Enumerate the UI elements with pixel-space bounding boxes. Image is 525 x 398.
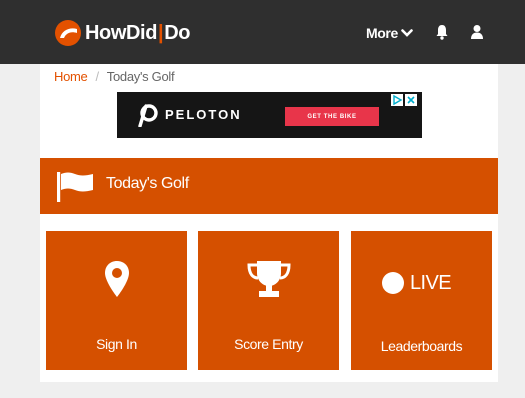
sign-in-tile[interactable]: Sign In <box>46 231 187 370</box>
ad-brand-name: PELOTON <box>165 107 242 122</box>
brand-name: HowDid|Do <box>85 21 191 44</box>
score-entry-label: Score Entry <box>234 336 303 352</box>
score-entry-tile[interactable]: Score Entry <box>198 231 339 370</box>
live-badge: LIVE <box>410 271 452 294</box>
sign-in-label: Sign In <box>96 336 137 352</box>
chevron-down-icon <box>401 29 413 37</box>
map-pin-icon <box>105 261 129 297</box>
top-navbar: HowDid|Do More <box>0 0 525 64</box>
section-title: Today's Golf <box>106 175 189 192</box>
trophy-icon <box>247 261 291 297</box>
breadcrumb: Home / Today's Golf <box>54 67 175 85</box>
more-menu-button[interactable]: More <box>366 24 413 42</box>
advertisement-banner[interactable]: PELOTON GET THE BIKE <box>117 92 422 138</box>
breadcrumb-home-link[interactable]: Home <box>54 69 88 84</box>
more-label: More <box>366 25 398 41</box>
ad-cta-button[interactable]: GET THE BIKE <box>285 107 379 126</box>
bell-icon[interactable] <box>435 24 449 40</box>
live-indicator: LIVE <box>382 270 452 296</box>
close-icon[interactable] <box>405 94 417 106</box>
brand-logo[interactable]: HowDid|Do <box>55 20 191 46</box>
breadcrumb-separator: / <box>95 68 99 84</box>
user-icon[interactable] <box>470 24 484 40</box>
section-banner: Today's Golf <box>40 158 498 214</box>
adchoices-icon[interactable] <box>391 94 403 106</box>
peloton-logo-icon <box>138 104 158 127</box>
breadcrumb-current: Today's Golf <box>106 68 175 84</box>
flag-icon <box>57 172 93 202</box>
leaderboards-label: Leaderboards <box>380 338 463 354</box>
live-dot-icon <box>382 272 404 294</box>
brand-logo-icon <box>55 20 81 46</box>
leaderboards-tile[interactable]: LIVE Leaderboards <box>351 231 492 370</box>
